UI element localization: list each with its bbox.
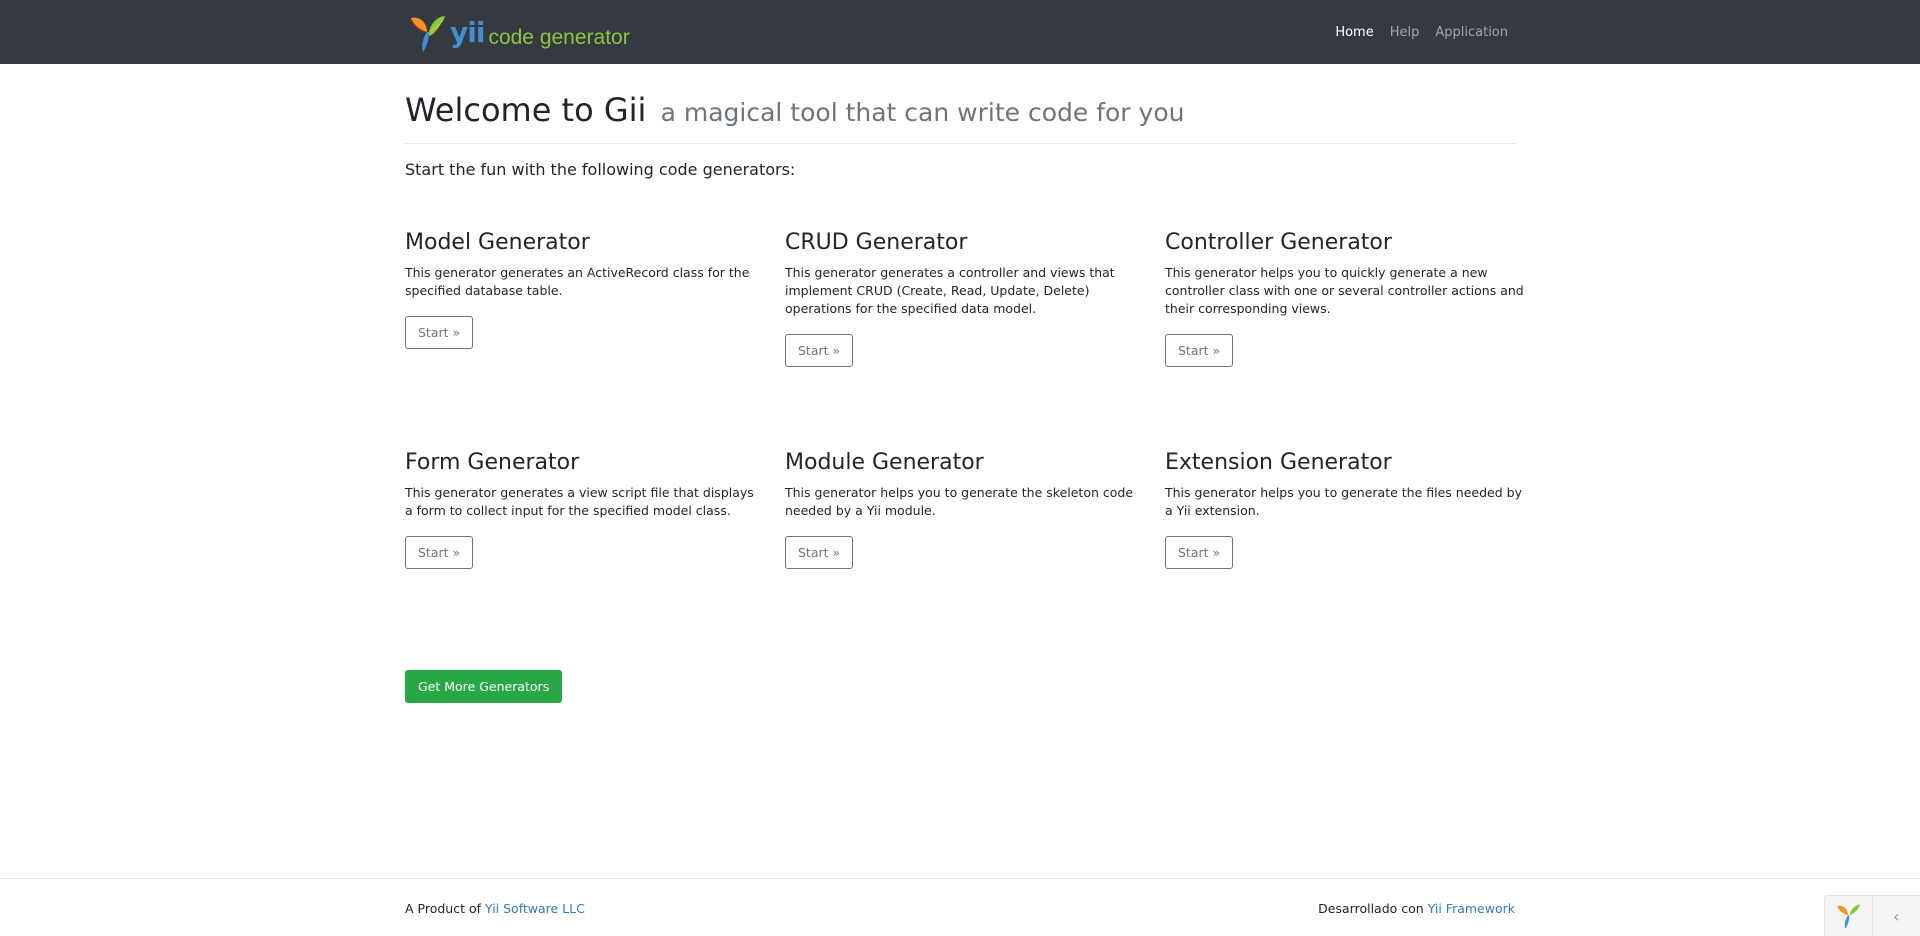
generator-description: This generator generates a view script f… — [405, 485, 754, 518]
generator-description: This generator generates an ActiveRecord… — [405, 265, 750, 298]
generator-title: Extension Generator — [1165, 450, 1392, 475]
page-subtitle: a magical tool that can write code for y… — [660, 98, 1185, 127]
generator-title: Model Generator — [405, 230, 590, 255]
nav-help[interactable]: Help — [1390, 25, 1420, 40]
footer-left-text: A Product of — [405, 901, 482, 916]
start-controller-button[interactable]: Start » — [1165, 334, 1234, 367]
generator-form: Form Generator This generator generates … — [405, 449, 765, 569]
yii-framework-link[interactable]: Yii Framework — [1428, 901, 1515, 916]
intro-text: Start the fun with the following code ge… — [405, 160, 796, 179]
brand-link[interactable]: yii code generator — [405, 12, 630, 54]
footer-right-text: Desarrollado con — [1318, 901, 1424, 916]
generator-title: CRUD Generator — [785, 230, 968, 255]
get-more-generators-button[interactable]: Get More Generators — [405, 670, 563, 703]
start-crud-button[interactable]: Start » — [785, 334, 854, 367]
generator-title: Form Generator — [405, 450, 580, 475]
page-title: Welcome to Gii a magical tool that can w… — [405, 88, 1516, 135]
debug-toolbar-logo[interactable] — [1825, 895, 1873, 936]
yii-software-link[interactable]: Yii Software LLC — [485, 901, 585, 916]
generator-crud: CRUD Generator This generator generates … — [785, 229, 1145, 367]
footer-right: Desarrollado con Yii Framework — [1318, 901, 1515, 916]
main-nav: Home Help Application — [1319, 0, 1508, 64]
nav-application[interactable]: Application — [1435, 25, 1508, 40]
brand-tagline: code generator — [488, 25, 630, 49]
generator-title: Module Generator — [785, 450, 984, 475]
start-model-button[interactable]: Start » — [405, 316, 474, 349]
generator-description: This generator helps you to generate the… — [785, 485, 1134, 518]
generator-module: Module Generator This generator helps yo… — [785, 449, 1145, 569]
start-extension-button[interactable]: Start » — [1165, 536, 1234, 569]
start-module-button[interactable]: Start » — [785, 536, 854, 569]
generator-model: Model Generator This generator generates… — [405, 229, 765, 349]
generator-controller: Controller Generator This generator help… — [1165, 229, 1525, 367]
generator-title: Controller Generator — [1165, 230, 1392, 255]
debug-toolbar: ‹ — [1824, 895, 1920, 936]
generator-description: This generator generates a controller an… — [785, 265, 1115, 316]
generator-description: This generator helps you to generate the… — [1165, 485, 1522, 518]
brand-yii-text: yii — [450, 16, 485, 49]
start-form-button[interactable]: Start » — [405, 536, 474, 569]
page-title-text: Welcome to Gii — [405, 91, 647, 129]
yii-logo-icon — [1837, 904, 1861, 929]
footer-left: A Product of Yii Software LLC — [405, 901, 585, 916]
yii-logo-icon — [411, 16, 445, 52]
page-header: Welcome to Gii a magical tool that can w… — [405, 88, 1516, 144]
nav-home[interactable]: Home — [1335, 25, 1373, 40]
generator-description: This generator helps you to quickly gene… — [1165, 265, 1524, 316]
footer: A Product of Yii Software LLC Desarrolla… — [0, 878, 1920, 936]
generator-extension: Extension Generator This generator helps… — [1165, 449, 1525, 569]
chevron-left-icon[interactable]: ‹ — [1873, 896, 1920, 936]
navbar — [0, 0, 1920, 64]
